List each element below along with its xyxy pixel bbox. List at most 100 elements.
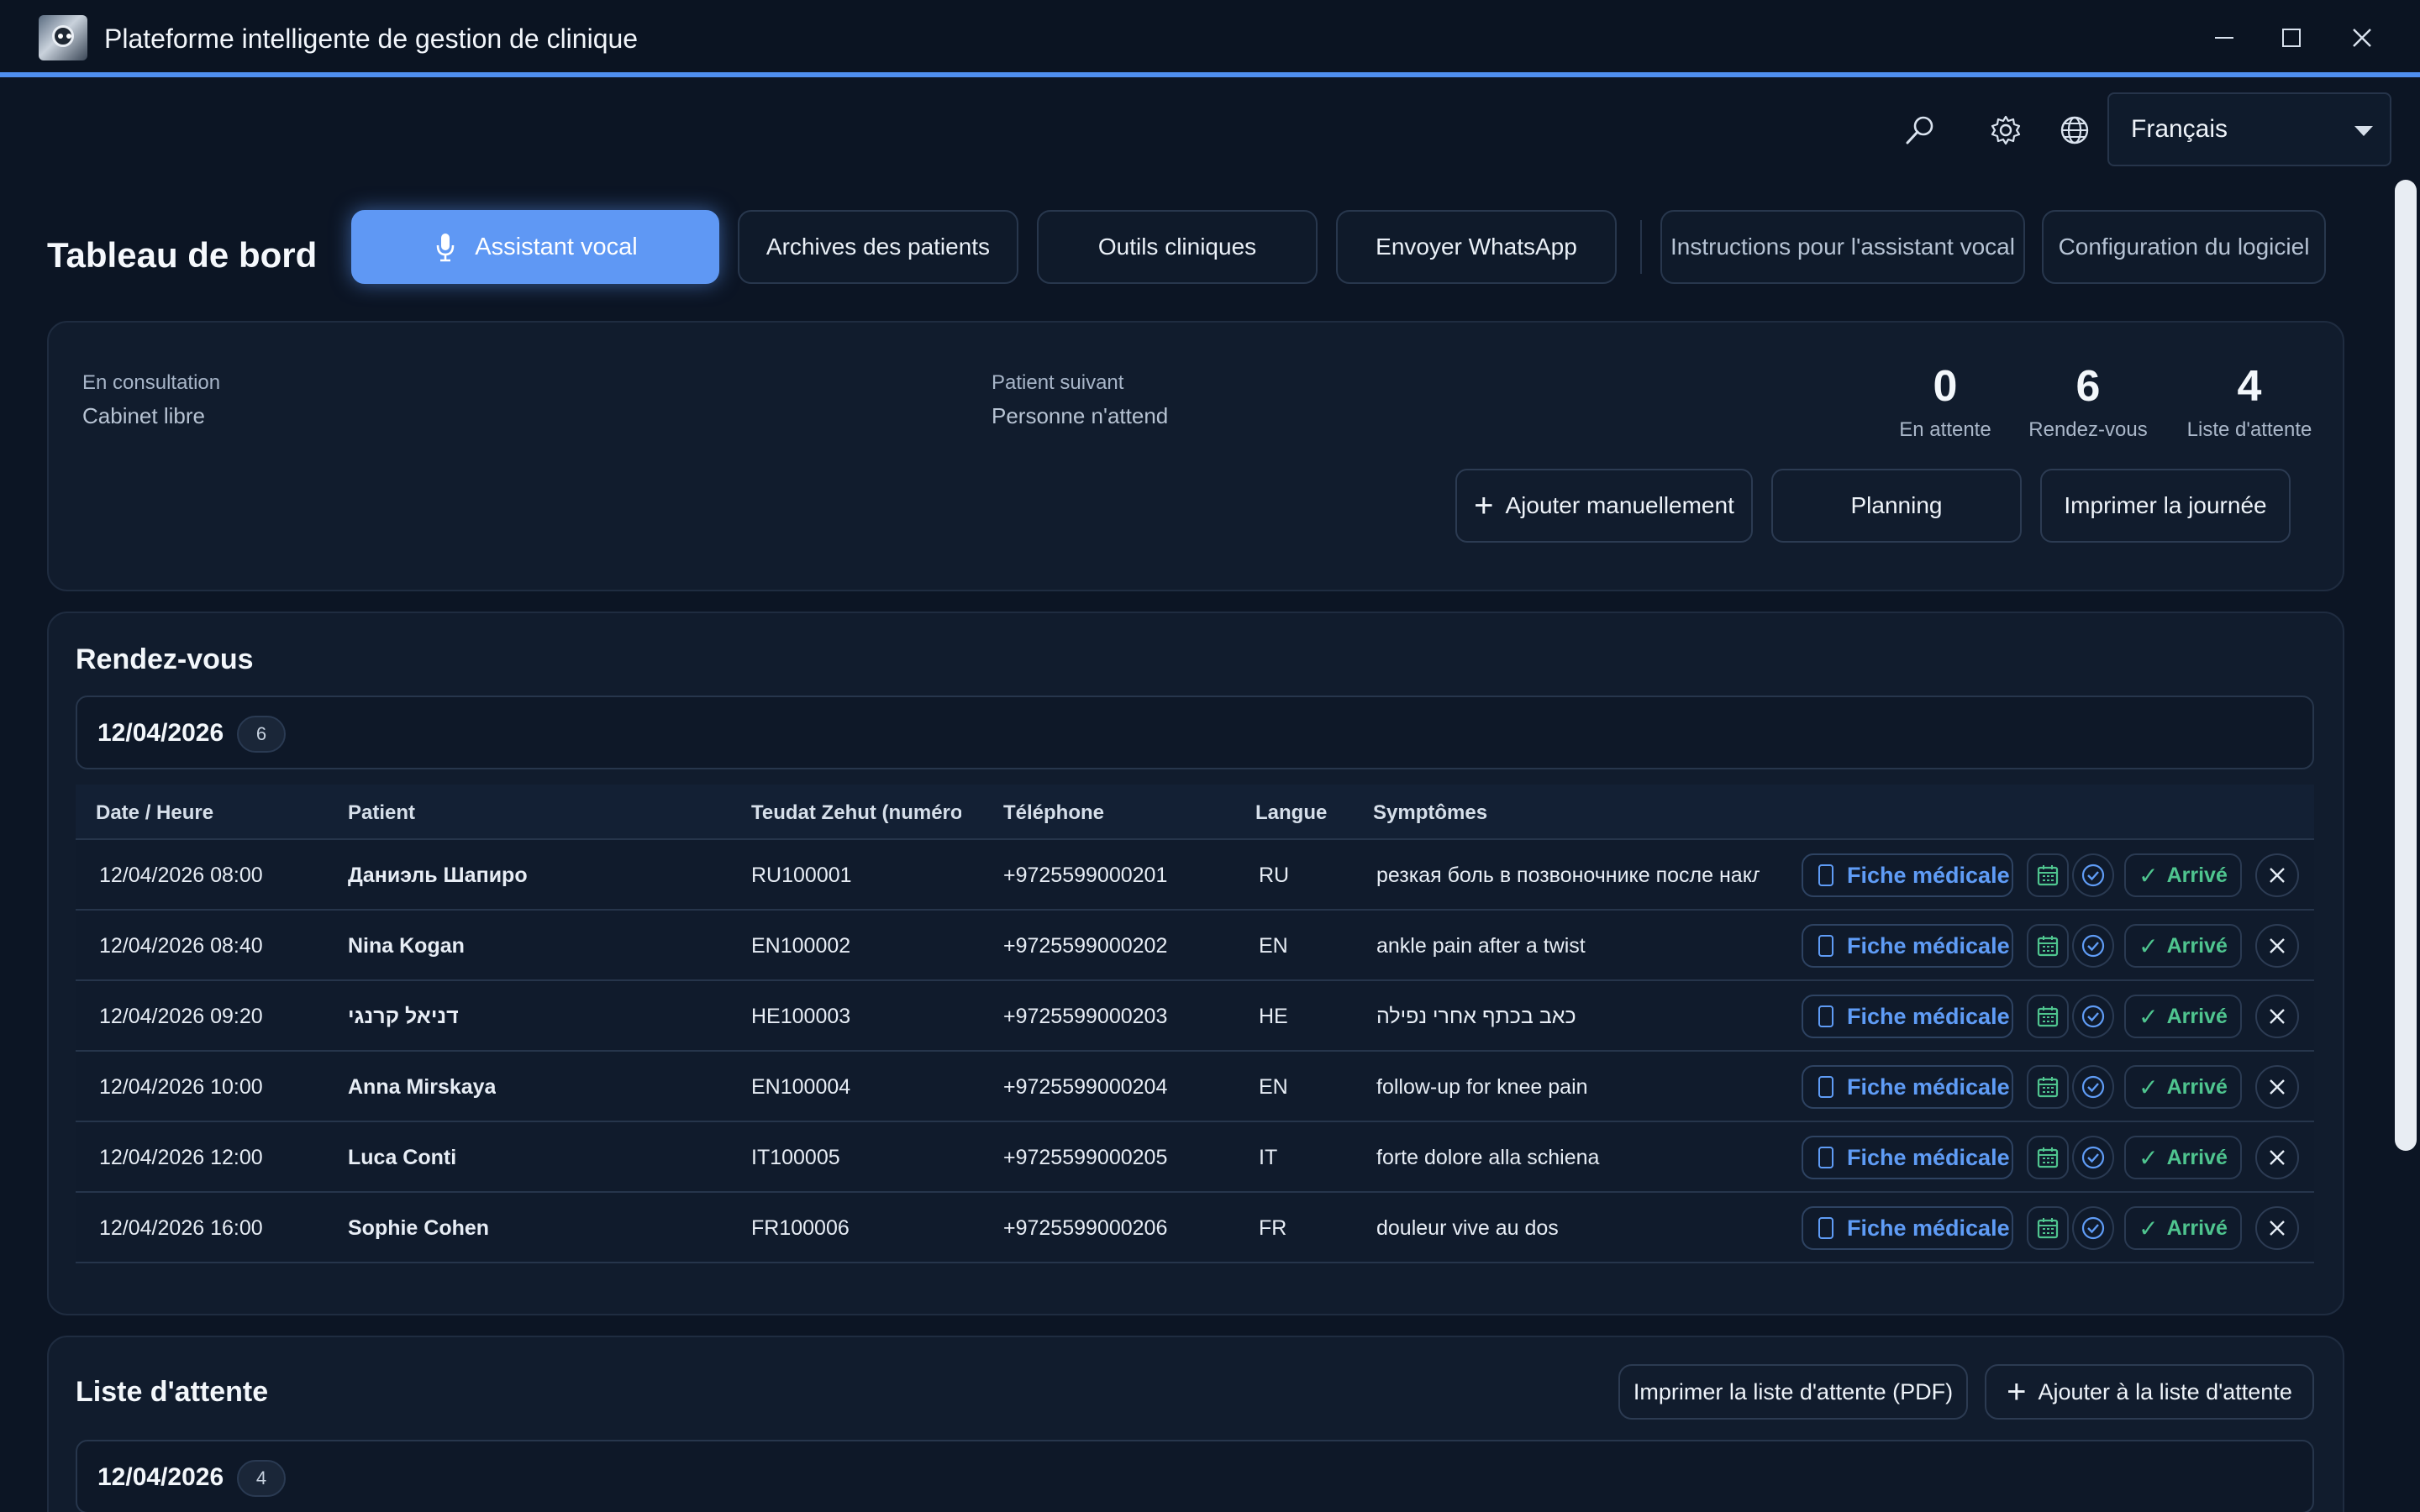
medical-record-button[interactable]: Fiche médicale [1802, 1065, 2013, 1109]
reschedule-button[interactable] [2027, 924, 2069, 968]
waiting-list-date-group[interactable]: 12/04/2026 4 [76, 1440, 2314, 1512]
medical-record-button[interactable]: Fiche médicale [1802, 995, 2013, 1038]
language-select[interactable]: Français [2107, 92, 2391, 166]
calendar-icon [2037, 1147, 2059, 1168]
cell-patient: Sophie Cohen [348, 1216, 490, 1240]
add-to-waiting-list-label: Ajouter à la liste d'attente [2038, 1378, 2292, 1404]
arrived-button[interactable]: ✓ Arrivé [2124, 1206, 2242, 1250]
confirm-button[interactable] [2072, 1136, 2114, 1179]
check-icon: ✓ [2139, 1144, 2159, 1171]
arrived-button[interactable]: ✓ Arrivé [2124, 995, 2242, 1038]
arrived-button[interactable]: ✓ Arrivé [2124, 1136, 2242, 1179]
cancel-appointment-button[interactable] [2255, 1136, 2299, 1179]
appointments-date: 12/04/2026 [97, 719, 224, 747]
microphone-icon [433, 230, 458, 264]
cell-phone: +9725599000206 [1003, 1216, 1168, 1240]
cell-symptoms: douleur vive au dos [1376, 1216, 1559, 1240]
table-row[interactable]: 12/04/2026 12:00 Luca Conti IT100005 +97255… [76, 1122, 2314, 1193]
medical-record-button[interactable]: Fiche médicale [1802, 924, 2013, 968]
stat-waitlist-label: Liste d'attente [2186, 418, 2312, 441]
check-icon: ✓ [2139, 1215, 2159, 1242]
cancel-appointment-button[interactable] [2255, 1206, 2299, 1250]
planning-button[interactable]: Planning [1771, 469, 2022, 543]
reschedule-button[interactable] [2027, 1206, 2069, 1250]
cell-language: EN [1259, 1075, 1288, 1099]
table-row[interactable]: 12/04/2026 16:00 Sophie Cohen FR100006 +972… [76, 1193, 2314, 1263]
cell-patient: Nina Kogan [348, 934, 465, 958]
appointments-date-group[interactable]: 12/04/2026 6 [76, 696, 2314, 769]
reschedule-button[interactable] [2027, 995, 2069, 1038]
voice-instructions-button[interactable]: Instructions pour l'assistant vocal [1660, 210, 2025, 284]
close-icon [2353, 29, 2371, 47]
confirm-button[interactable] [2072, 1206, 2114, 1250]
cancel-appointment-button[interactable] [2255, 1065, 2299, 1109]
add-to-waiting-list-button[interactable]: + Ajouter à la liste d'attente [1985, 1364, 2314, 1420]
reschedule-button[interactable] [2027, 1136, 2069, 1179]
cell-language: HE [1259, 1005, 1288, 1028]
column-patient[interactable]: Patient [348, 801, 415, 825]
arrived-button[interactable]: ✓ Arrivé [2124, 924, 2242, 968]
confirm-button[interactable] [2072, 1065, 2114, 1109]
reschedule-button[interactable] [2027, 853, 2069, 897]
cell-datetime: 12/04/2026 08:00 [99, 864, 263, 887]
reschedule-button[interactable] [2027, 1065, 2069, 1109]
send-whatsapp-button[interactable]: Envoyer WhatsApp [1336, 210, 1617, 284]
close-icon [2270, 1150, 2285, 1165]
medical-record-button[interactable]: Fiche médicale [1802, 853, 2013, 897]
minimize-button[interactable] [2203, 17, 2245, 59]
document-icon [1818, 1217, 1833, 1239]
print-day-button[interactable]: Imprimer la journée [2040, 469, 2291, 543]
cancel-appointment-button[interactable] [2255, 995, 2299, 1038]
clinical-tools-button[interactable]: Outils cliniques [1037, 210, 1318, 284]
scrollbar-thumb[interactable] [2395, 180, 2417, 1151]
confirm-button[interactable] [2072, 924, 2114, 968]
medical-record-button[interactable]: Fiche médicale [1802, 1136, 2013, 1179]
add-manual-button[interactable]: + Ajouter manuellement [1455, 469, 1753, 543]
column-teudat-zehut[interactable]: Teudat Zehut (numéro... [751, 801, 961, 825]
maximize-button[interactable] [2270, 17, 2312, 59]
patient-archives-button[interactable]: Archives des patients [738, 210, 1018, 284]
cell-datetime: 12/04/2026 16:00 [99, 1216, 263, 1240]
confirm-button[interactable] [2072, 853, 2114, 897]
cell-teudat-zehut: EN100004 [751, 1075, 851, 1099]
column-datetime[interactable]: Date / Heure [96, 801, 213, 825]
arrived-label: Arrivé [2166, 933, 2228, 958]
close-button[interactable] [2341, 17, 2383, 59]
column-phone[interactable]: Téléphone [1003, 801, 1104, 825]
settings-button[interactable] [1983, 108, 2028, 153]
table-row[interactable]: 12/04/2026 10:00 Anna Mirskaya EN100004 +97… [76, 1052, 2314, 1122]
table-header: Date / Heure Patient Teudat Zehut (numér… [76, 785, 2314, 840]
table-row[interactable]: 12/04/2026 09:20 דניאל קרנגי HE100003 +9725… [76, 981, 2314, 1052]
confirm-button[interactable] [2072, 995, 2114, 1038]
calendar-icon [2037, 865, 2059, 886]
calendar-icon [2037, 1006, 2059, 1027]
voice-assistant-button[interactable]: Assistant vocal [351, 210, 719, 284]
arrived-button[interactable]: ✓ Arrivé [2124, 853, 2242, 897]
cell-teudat-zehut: FR100006 [751, 1216, 850, 1240]
cell-teudat-zehut: RU100001 [751, 864, 852, 887]
cancel-appointment-button[interactable] [2255, 924, 2299, 968]
table-row[interactable]: 12/04/2026 08:00 Даниэль Шапиро RU100001 +9… [76, 840, 2314, 911]
column-language[interactable]: Langue [1255, 801, 1327, 825]
table-row[interactable]: 12/04/2026 08:40 Nina Kogan EN100002 +97255… [76, 911, 2314, 981]
language-select-value: Français [2131, 115, 2228, 143]
arrived-label: Arrivé [2166, 1004, 2228, 1028]
column-symptoms[interactable]: Symptômes [1373, 801, 1487, 825]
nav-divider [1640, 220, 1642, 274]
software-config-button[interactable]: Configuration du logiciel [2042, 210, 2326, 284]
consultation-value: Cabinet libre [82, 403, 205, 428]
cell-teudat-zehut: IT100005 [751, 1146, 840, 1169]
medical-record-button[interactable]: Fiche médicale [1802, 1206, 2013, 1250]
app-logo-icon [39, 15, 87, 60]
search-button[interactable] [1897, 108, 1943, 153]
arrived-button[interactable]: ✓ Arrivé [2124, 1065, 2242, 1109]
voice-assistant-label: Assistant vocal [475, 233, 638, 260]
waiting-list-date: 12/04/2026 [97, 1463, 224, 1491]
add-manual-label: Ajouter manuellement [1505, 492, 1734, 518]
maximize-icon [2282, 29, 2301, 47]
language-button[interactable] [2052, 108, 2097, 153]
check-icon: ✓ [2139, 1003, 2159, 1030]
print-waiting-list-button[interactable]: Imprimer la liste d'attente (PDF) [1618, 1364, 1968, 1420]
cancel-appointment-button[interactable] [2255, 853, 2299, 897]
close-icon [2270, 868, 2285, 883]
